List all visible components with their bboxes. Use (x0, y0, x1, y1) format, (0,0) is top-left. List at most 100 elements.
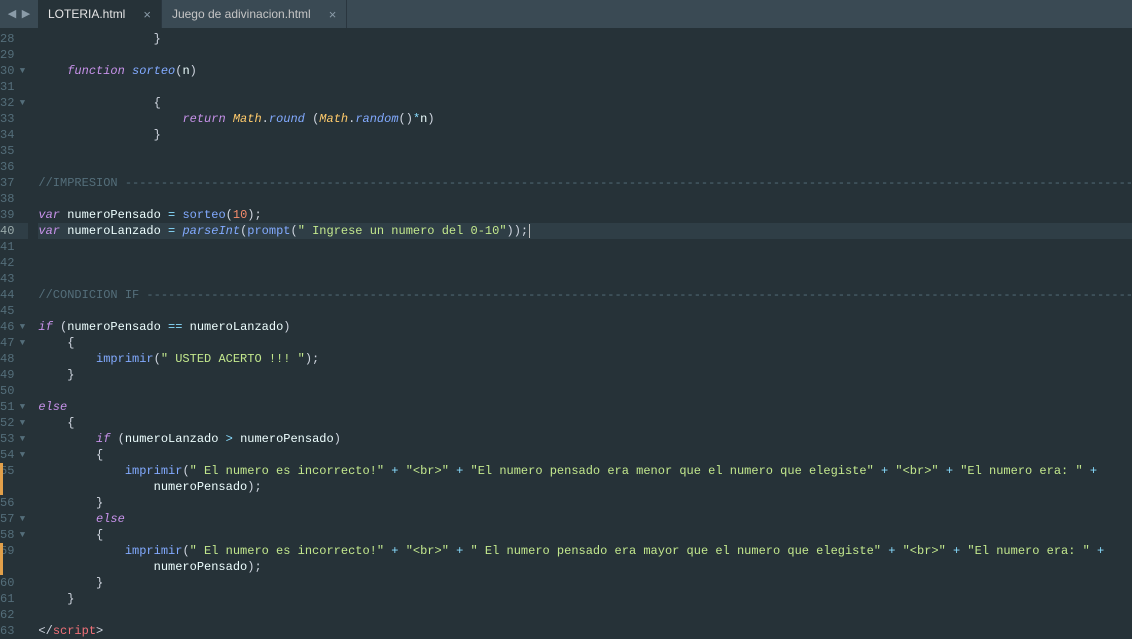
line-number: 62 (0, 607, 28, 623)
line-number: 50 (0, 383, 28, 399)
gutter: 282930▼3132▼3334353637383940414243444546… (0, 28, 28, 623)
code-line[interactable]: numeroPensado); (38, 479, 1132, 495)
line-number: 29 (0, 47, 28, 63)
code-line[interactable]: { (38, 527, 1132, 543)
code-line[interactable]: { (38, 95, 1132, 111)
code-line[interactable]: } (38, 591, 1132, 607)
fold-icon[interactable]: ▼ (17, 335, 27, 351)
code-line[interactable]: imprimir(" USTED ACERTO !!! "); (38, 351, 1132, 367)
close-icon[interactable]: × (143, 8, 151, 21)
line-number: 35 (0, 143, 28, 159)
line-number: 63 (0, 623, 28, 639)
tab-1[interactable]: Juego de adivinacion.html × (162, 0, 347, 28)
nav-arrows: ◀ ▶ (0, 0, 38, 28)
code-line[interactable]: var numeroPensado = sorteo(10); (38, 207, 1132, 223)
fold-icon[interactable]: ▼ (17, 415, 27, 431)
code-line[interactable]: //CONDICION IF -------------------------… (38, 287, 1132, 303)
code-line[interactable] (38, 239, 1132, 255)
line-number (0, 559, 28, 575)
line-number: 34 (0, 127, 28, 143)
code-line[interactable] (38, 191, 1132, 207)
code-line[interactable]: { (38, 335, 1132, 351)
code-line[interactable] (38, 255, 1132, 271)
line-number: 42 (0, 255, 28, 271)
fold-icon[interactable]: ▼ (17, 63, 27, 79)
line-number: 60 (0, 575, 28, 591)
code-line[interactable] (38, 159, 1132, 175)
line-number: 57▼ (0, 511, 28, 527)
tab-label: Juego de adivinacion.html (172, 7, 311, 21)
tab-0[interactable]: LOTERIA.html × (38, 0, 162, 28)
code-line[interactable]: numeroPensado); (38, 559, 1132, 575)
line-number: 58▼ (0, 527, 28, 543)
modified-marker-icon (0, 559, 3, 575)
code-line[interactable] (38, 607, 1132, 623)
line-number: 61 (0, 591, 28, 607)
fold-icon[interactable]: ▼ (17, 511, 27, 527)
line-number: 52▼ (0, 415, 28, 431)
line-number: 39 (0, 207, 28, 223)
code-line[interactable]: } (38, 127, 1132, 143)
code-line[interactable] (38, 79, 1132, 95)
line-number: 44 (0, 287, 28, 303)
code-line[interactable] (38, 271, 1132, 287)
text-cursor (529, 224, 530, 238)
line-number: 30▼ (0, 63, 28, 79)
line-number: 45 (0, 303, 28, 319)
code-line[interactable]: } (38, 575, 1132, 591)
line-number: 31 (0, 79, 28, 95)
fold-icon[interactable]: ▼ (17, 527, 27, 543)
line-number: 36 (0, 159, 28, 175)
line-number: 56 (0, 495, 28, 511)
code-line[interactable]: } (38, 495, 1132, 511)
line-number: 59 (0, 543, 28, 559)
fold-icon[interactable]: ▼ (17, 447, 27, 463)
code-line[interactable]: { (38, 415, 1132, 431)
code-line[interactable]: //IMPRESION ----------------------------… (38, 175, 1132, 191)
code-line[interactable]: if (numeroLanzado > numeroPensado) (38, 431, 1132, 447)
line-number: 55 (0, 463, 28, 479)
line-number: 41 (0, 239, 28, 255)
modified-marker-icon (0, 463, 3, 479)
code-line[interactable]: } (38, 367, 1132, 383)
code-line[interactable]: return Math.round (Math.random()*n) (38, 111, 1132, 127)
line-number: 51▼ (0, 399, 28, 415)
modified-marker-icon (0, 479, 3, 495)
line-number: 28 (0, 31, 28, 47)
code-line[interactable]: function sorteo(n) (38, 63, 1132, 79)
code-line[interactable]: if (numeroPensado == numeroLanzado) (38, 319, 1132, 335)
line-number: 49 (0, 367, 28, 383)
nav-forward-icon[interactable]: ▶ (20, 8, 32, 20)
code-line[interactable]: var numeroLanzado = parseInt(prompt(" In… (38, 223, 1132, 239)
fold-icon[interactable]: ▼ (17, 431, 27, 447)
code-line[interactable] (38, 47, 1132, 63)
tab-label: LOTERIA.html (48, 7, 125, 21)
fold-icon[interactable]: ▼ (17, 399, 27, 415)
line-number: 33 (0, 111, 28, 127)
code-line[interactable]: imprimir(" El numero es incorrecto!" + "… (38, 543, 1132, 559)
code-line[interactable]: imprimir(" El numero es incorrecto!" + "… (38, 463, 1132, 479)
close-icon[interactable]: × (329, 8, 337, 21)
modified-marker-icon (0, 543, 3, 559)
nav-back-icon[interactable]: ◀ (6, 8, 18, 20)
code-line[interactable]: </script> (38, 623, 1132, 639)
editor[interactable]: 282930▼3132▼3334353637383940414243444546… (0, 28, 1132, 623)
code-line[interactable] (38, 303, 1132, 319)
code-line[interactable] (38, 383, 1132, 399)
line-number: 43 (0, 271, 28, 287)
fold-icon[interactable]: ▼ (17, 95, 27, 111)
line-number (0, 479, 28, 495)
code-area[interactable]: } function sorteo(n) { return Math.round… (28, 28, 1132, 623)
line-number: 47▼ (0, 335, 28, 351)
line-number: 37 (0, 175, 28, 191)
line-number: 32▼ (0, 95, 28, 111)
line-number: 53▼ (0, 431, 28, 447)
code-line[interactable]: { (38, 447, 1132, 463)
line-number: 48 (0, 351, 28, 367)
line-number: 40 (0, 223, 28, 239)
code-line[interactable] (38, 143, 1132, 159)
code-line[interactable]: else (38, 399, 1132, 415)
fold-icon[interactable]: ▼ (17, 319, 27, 335)
code-line[interactable]: } (38, 31, 1132, 47)
code-line[interactable]: else (38, 511, 1132, 527)
